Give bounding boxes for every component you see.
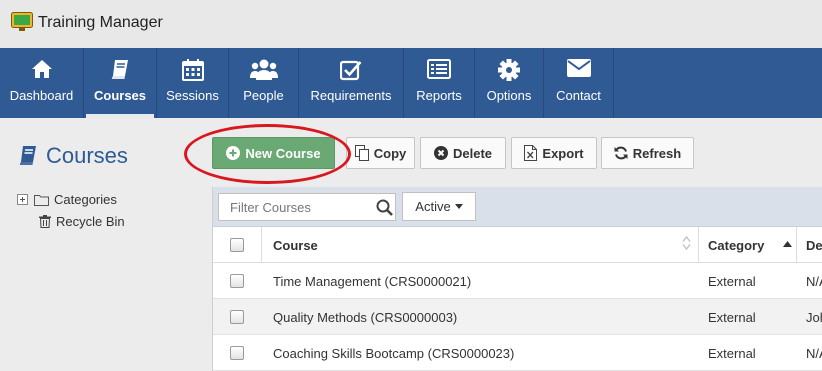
cell-category: External bbox=[708, 273, 756, 289]
table-row[interactable]: Time Management (CRS0000021) External N/… bbox=[213, 263, 822, 299]
title-bar: Training Manager bbox=[0, 0, 822, 48]
nav-label: Contact bbox=[556, 88, 601, 103]
column-category-label: Category bbox=[708, 237, 765, 253]
delete-label: Delete bbox=[452, 145, 493, 161]
cell-description: N/A bbox=[806, 345, 822, 361]
select-all-checkbox[interactable] bbox=[230, 238, 244, 252]
cell-category: External bbox=[708, 345, 756, 361]
nav-sessions[interactable]: Sessions bbox=[157, 48, 229, 118]
nav-label: Sessions bbox=[166, 88, 219, 103]
folder-icon bbox=[34, 194, 49, 206]
nav-label: Dashboard bbox=[9, 88, 74, 103]
main-nav: Dashboard Courses Sessions People Requir… bbox=[0, 48, 822, 118]
refresh-icon bbox=[614, 146, 628, 160]
sort-asc-icon[interactable] bbox=[783, 241, 792, 247]
report-icon bbox=[427, 59, 451, 79]
table-row[interactable]: Quality Methods (CRS0000003) External Jo… bbox=[213, 299, 822, 335]
row-checkbox[interactable] bbox=[230, 346, 244, 360]
nav-label: Reports bbox=[416, 88, 462, 103]
nav-courses[interactable]: Courses bbox=[84, 48, 157, 118]
table-header: Course Category De bbox=[213, 227, 822, 263]
tree-label: Categories bbox=[54, 192, 117, 207]
envelope-icon bbox=[566, 59, 591, 77]
nav-reports[interactable]: Reports bbox=[404, 48, 475, 118]
copy-label: Copy bbox=[373, 145, 407, 161]
tree-item-recycle-bin[interactable]: Recycle Bin bbox=[39, 214, 125, 229]
excel-file-icon bbox=[524, 145, 538, 161]
nav-label: Courses bbox=[93, 88, 147, 103]
nav-people[interactable]: People bbox=[229, 48, 299, 118]
filter-bar: Active bbox=[213, 187, 822, 227]
cell-course: Time Management (CRS0000021) bbox=[273, 273, 472, 289]
people-icon bbox=[249, 59, 278, 80]
caret-down-icon bbox=[454, 204, 463, 209]
app-logo-icon bbox=[11, 12, 33, 31]
export-label: Export bbox=[542, 145, 584, 161]
column-course[interactable]: Course bbox=[273, 227, 318, 263]
nav-label: People bbox=[243, 88, 284, 103]
delete-circle-icon bbox=[433, 146, 448, 160]
table-row[interactable]: Coaching Skills Bootcamp (CRS0000023) Ex… bbox=[213, 335, 822, 371]
export-button[interactable]: Export bbox=[511, 137, 597, 169]
nav-label: Requirements bbox=[310, 88, 392, 103]
app-title: Training Manager bbox=[38, 14, 163, 31]
status-dropdown-value: Active bbox=[415, 199, 451, 214]
column-separator bbox=[261, 227, 262, 263]
book-icon bbox=[111, 60, 128, 79]
search-icon[interactable] bbox=[376, 199, 393, 216]
column-description[interactable]: De bbox=[806, 227, 822, 263]
nav-label: Options bbox=[486, 88, 532, 103]
page-header: Courses bbox=[18, 142, 128, 170]
nav-requirements[interactable]: Requirements bbox=[299, 48, 404, 118]
column-separator bbox=[698, 227, 699, 263]
row-checkbox[interactable] bbox=[230, 310, 244, 324]
courses-grid: Active Course Category De Time Managemen… bbox=[212, 187, 822, 371]
column-category[interactable]: Category bbox=[708, 227, 764, 263]
refresh-label: Refresh bbox=[632, 145, 682, 161]
sort-icon[interactable] bbox=[682, 236, 691, 250]
cell-course: Quality Methods (CRS0000003) bbox=[273, 309, 458, 325]
column-description-label: De bbox=[806, 237, 822, 253]
gear-icon bbox=[498, 59, 520, 81]
column-course-label: Course bbox=[273, 237, 318, 253]
cell-category: External bbox=[708, 309, 756, 325]
tree-item-categories[interactable]: Categories bbox=[17, 192, 117, 207]
nav-options[interactable]: Options bbox=[475, 48, 544, 118]
cell-description: N/A bbox=[806, 273, 822, 289]
select-all-cell bbox=[230, 227, 244, 263]
filter-courses-input[interactable] bbox=[218, 193, 396, 221]
status-dropdown[interactable]: Active bbox=[402, 192, 476, 221]
page-title: Courses bbox=[46, 143, 128, 168]
cell-course: Coaching Skills Bootcamp (CRS0000023) bbox=[273, 345, 515, 361]
home-icon bbox=[31, 60, 52, 78]
column-separator bbox=[796, 227, 797, 263]
delete-button[interactable]: Delete bbox=[420, 137, 506, 169]
book-icon bbox=[19, 146, 36, 165]
nav-dashboard[interactable]: Dashboard bbox=[0, 48, 84, 118]
copy-button[interactable]: Copy bbox=[346, 137, 415, 169]
red-highlight-circle bbox=[184, 124, 351, 184]
tree-label: Recycle Bin bbox=[56, 214, 125, 229]
copy-icon bbox=[354, 145, 369, 161]
expand-icon[interactable] bbox=[17, 194, 28, 205]
trash-icon bbox=[39, 215, 51, 228]
cell-description: John bbox=[806, 309, 822, 325]
nav-contact[interactable]: Contact bbox=[544, 48, 614, 118]
refresh-button[interactable]: Refresh bbox=[601, 137, 694, 169]
calendar-icon bbox=[181, 59, 204, 81]
checkbox-icon bbox=[340, 60, 362, 81]
row-checkbox[interactable] bbox=[230, 274, 244, 288]
